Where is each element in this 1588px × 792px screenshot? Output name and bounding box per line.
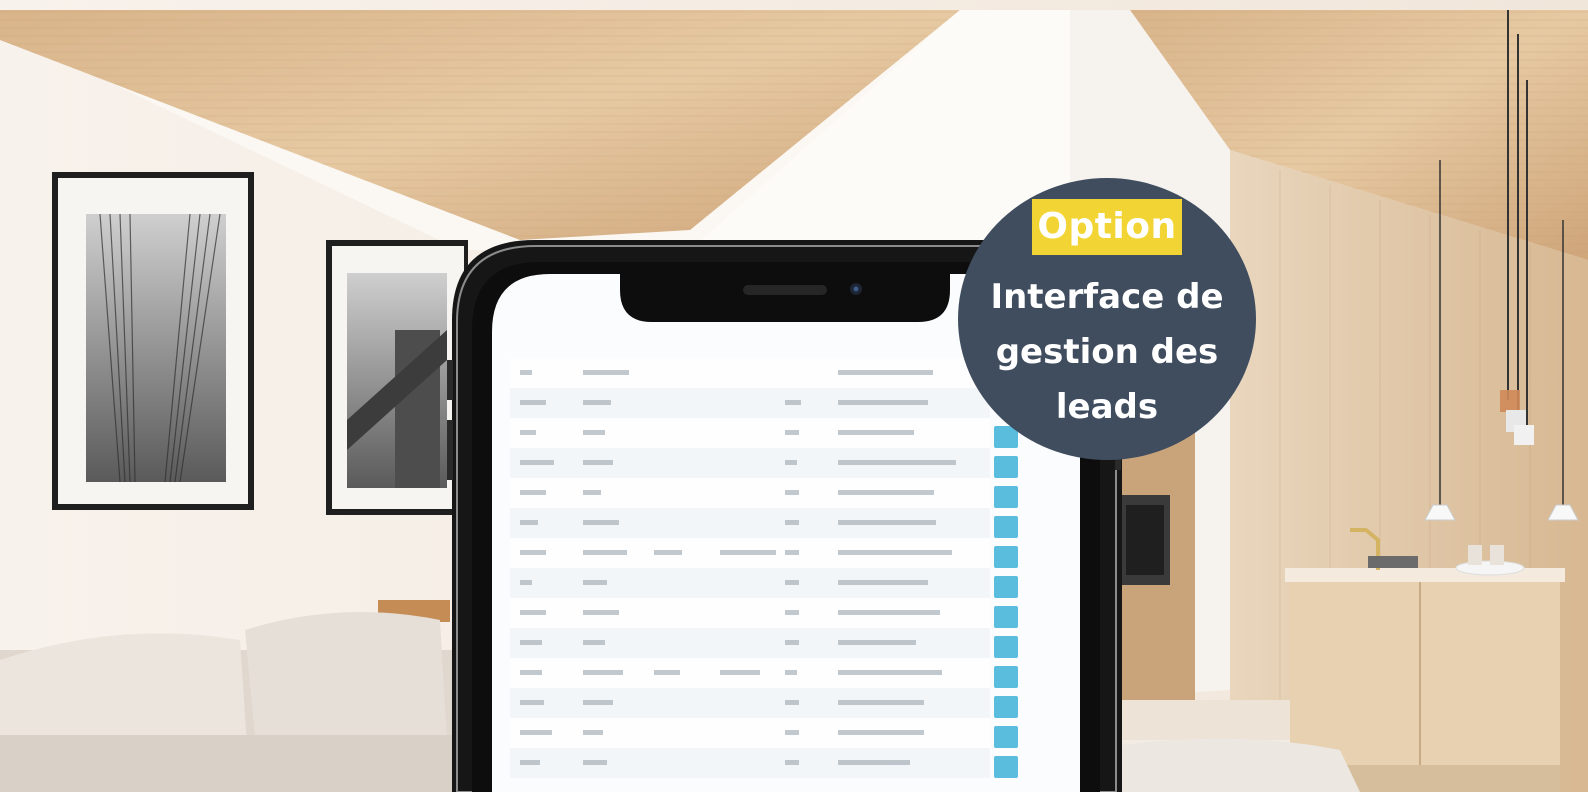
option-tag: Option: [1032, 199, 1182, 255]
callout-line-2: gestion des: [995, 332, 1219, 372]
callout-text: Interface de gestion des leads: [968, 270, 1246, 435]
leads-table-blurred: [510, 358, 1018, 778]
callout-line-1: Interface de: [990, 277, 1224, 317]
callout-line-3: leads: [1055, 387, 1159, 427]
smartphone-icon: [447, 240, 1122, 792]
